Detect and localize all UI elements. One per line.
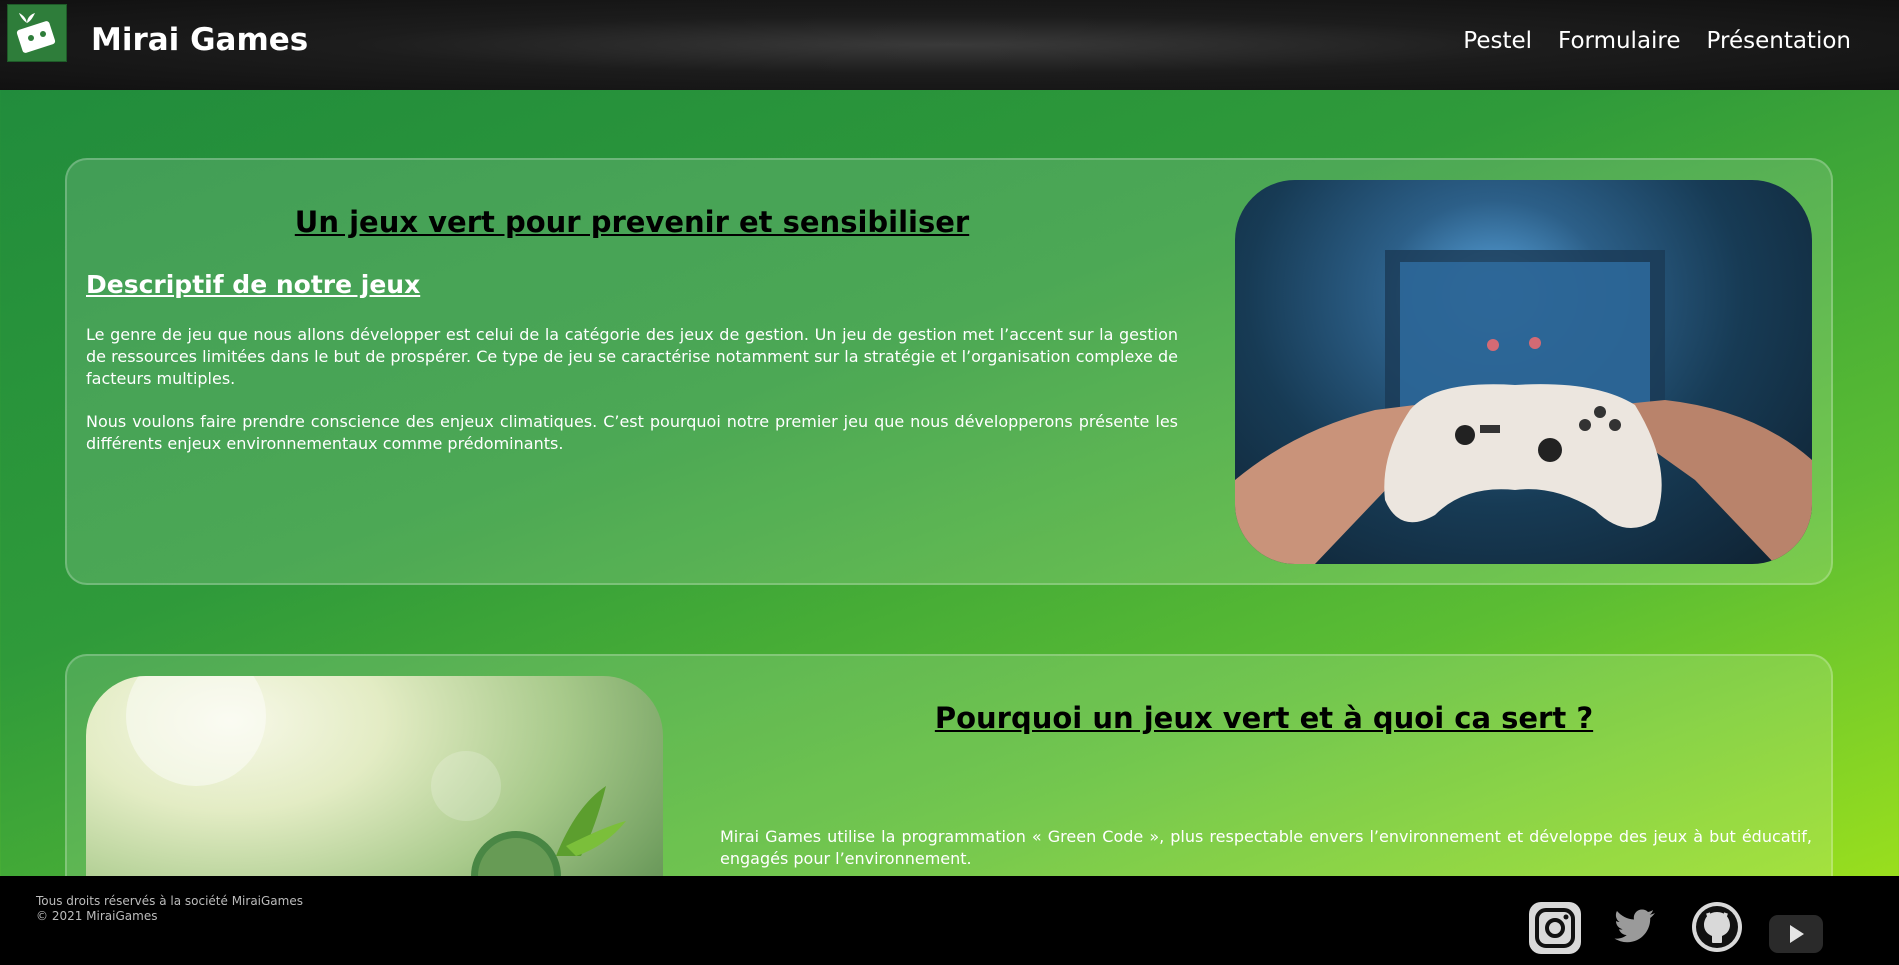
section1-title: Un jeux vert pour prevenir et sensibilis… [294,205,970,239]
main-nav: Pestel Formulaire Présentation [1463,28,1851,54]
mirai-games-logo[interactable] [7,4,67,62]
github-icon[interactable] [1690,900,1744,958]
brand-name[interactable]: Mirai Games [91,22,308,58]
controller-image [1235,180,1812,564]
footer-legal: Tous droits réservés à la société MiraiG… [36,894,303,924]
site-header: Mirai Games Pestel Formulaire Présentati… [0,0,1899,90]
section1-paragraph1: Le genre de jeu que nous allons développ… [86,325,1178,388]
nav-link-formulaire[interactable]: Formulaire [1558,28,1681,54]
section1-subtitle: Descriptif de notre jeux [86,270,421,299]
instagram-icon[interactable] [1527,900,1583,960]
youtube-icon[interactable] [1768,914,1824,958]
footer-rights: Tous droits réservés à la société MiraiG… [36,894,303,908]
twitter-icon[interactable] [1613,906,1657,950]
section2-paragraph1: Mirai Games utilise la programmation « G… [720,827,1812,868]
nav-link-pestel[interactable]: Pestel [1463,28,1532,54]
site-footer: Tous droits réservés à la société MiraiG… [0,876,1899,965]
section1-paragraph2: Nous voulons faire prendre conscience de… [86,412,1178,453]
footer-copyright: © 2021 MiraiGames [36,909,158,923]
section2-title: Pourquoi un jeux vert et à quoi ca sert … [934,701,1594,735]
nav-link-presentation[interactable]: Présentation [1707,28,1851,54]
